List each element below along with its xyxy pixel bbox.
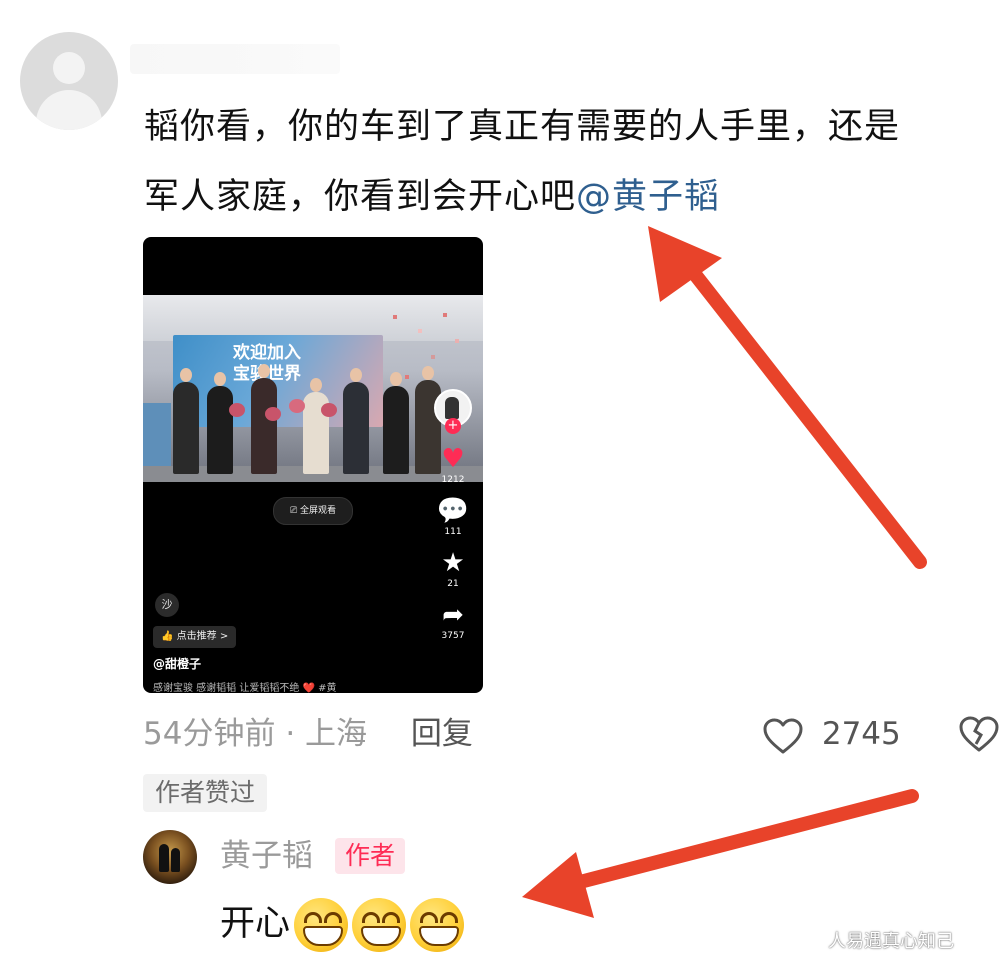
comment-line-2: 军人家庭，你看到会开心吧@黄子韬 [144,162,999,232]
banner-line-1: 欢迎加入 [233,343,301,363]
video-share-count: 3757 [441,631,465,641]
meta-separator: · [285,716,296,752]
video-author[interactable]: @甜橙子 [153,655,201,672]
person [207,372,233,474]
avatar-placeholder-head [53,52,85,84]
confetti [455,339,459,343]
grin-emoji-icon [294,898,349,952]
bouquet [229,403,245,417]
comment-line-1: 韬你看，你的车到了真正有需要的人手里，还是 [144,107,901,147]
reply-username[interactable]: 黄子韬 [220,834,313,878]
grin-emoji-icon [410,898,465,952]
avatar-silhouette [159,844,169,872]
person [383,372,409,474]
reply-avatar[interactable] [143,830,197,884]
confetti [418,329,422,333]
bouquet [289,399,305,413]
comment-meta: 54分钟前 · 上海 回复 [143,712,473,756]
confetti [443,313,447,317]
arrow-to-mention [648,226,927,569]
confetti [405,375,409,379]
video-comment-count: 111 [444,527,462,537]
fullscreen-label: 全屏观看 [300,506,337,516]
reply-button[interactable]: 回复 [411,716,473,752]
fullscreen-button[interactable]: ⎚ 全屏观看 [273,497,353,525]
person [343,368,369,474]
comment-time: 54分钟前 [143,716,276,752]
comment-line-2-text: 军人家庭，你看到会开心吧 [144,177,577,217]
mention-link[interactable]: @黄子韬 [576,177,720,217]
arrow-to-reply [522,789,919,918]
video-like-icon[interactable]: ♥ [433,444,473,474]
video-thumbnail-card[interactable]: 欢迎加入 宝骏世界 ⎚ 全屏观看 + ♥ 1212 💬 111 [143,237,483,693]
thumbs-up-icon: 👍 [161,631,174,642]
commenter-avatar[interactable] [20,32,118,130]
fullscreen-icon: ⎚ [289,506,298,516]
grin-emoji-icon [352,898,407,952]
bouquet [265,407,281,421]
reply-text: 开心 [220,904,291,944]
comment-location: 上海 [305,716,368,752]
confetti [393,315,397,319]
video-side-actions: + ♥ 1212 💬 111 ★ 21 ➦ 3757 [433,389,473,642]
avatar-silhouette [171,848,180,872]
commenter-name-blurred [130,44,340,74]
bouquet [321,403,337,417]
video-like-count: 1212 [441,475,465,485]
video-frame: 欢迎加入 宝骏世界 [143,295,483,482]
heart-outline-icon [763,718,803,753]
person [251,364,277,474]
recommend-button[interactable]: 👍 点击推荐 > [153,626,237,648]
video-caption: 感谢宝骏 感谢韬韬 让爱韬韬不绝 ❤️ #黄 [153,683,337,693]
star-icon[interactable]: ★ [433,548,473,578]
reply-content: 开心 [220,898,465,952]
share-arrow-icon[interactable]: ➦ [433,600,473,630]
broken-heart-icon[interactable] [958,714,999,754]
sound-chip[interactable]: 沙 [155,593,179,617]
follow-plus-icon[interactable]: + [445,418,461,434]
avatar-placeholder-body [36,90,102,130]
recommend-label: 点击推荐 > [176,631,229,642]
person [173,368,199,474]
side-panel [143,403,171,473]
comment-like-count: 2745 [821,716,901,752]
video-favorite-count: 21 [447,579,459,589]
watermark: 人易遇真心知己 [828,931,954,952]
like-button[interactable]: 2745 [762,712,901,756]
author-liked-badge: 作者赞过 [143,774,268,812]
comment-bubble-icon[interactable]: 💬 [433,496,473,526]
author-tag: 作者 [335,838,406,874]
confetti [431,355,435,359]
comment-text: 韬你看，你的车到了真正有需要的人手里，还是 军人家庭，你看到会开心吧@黄子韬 [144,92,999,232]
